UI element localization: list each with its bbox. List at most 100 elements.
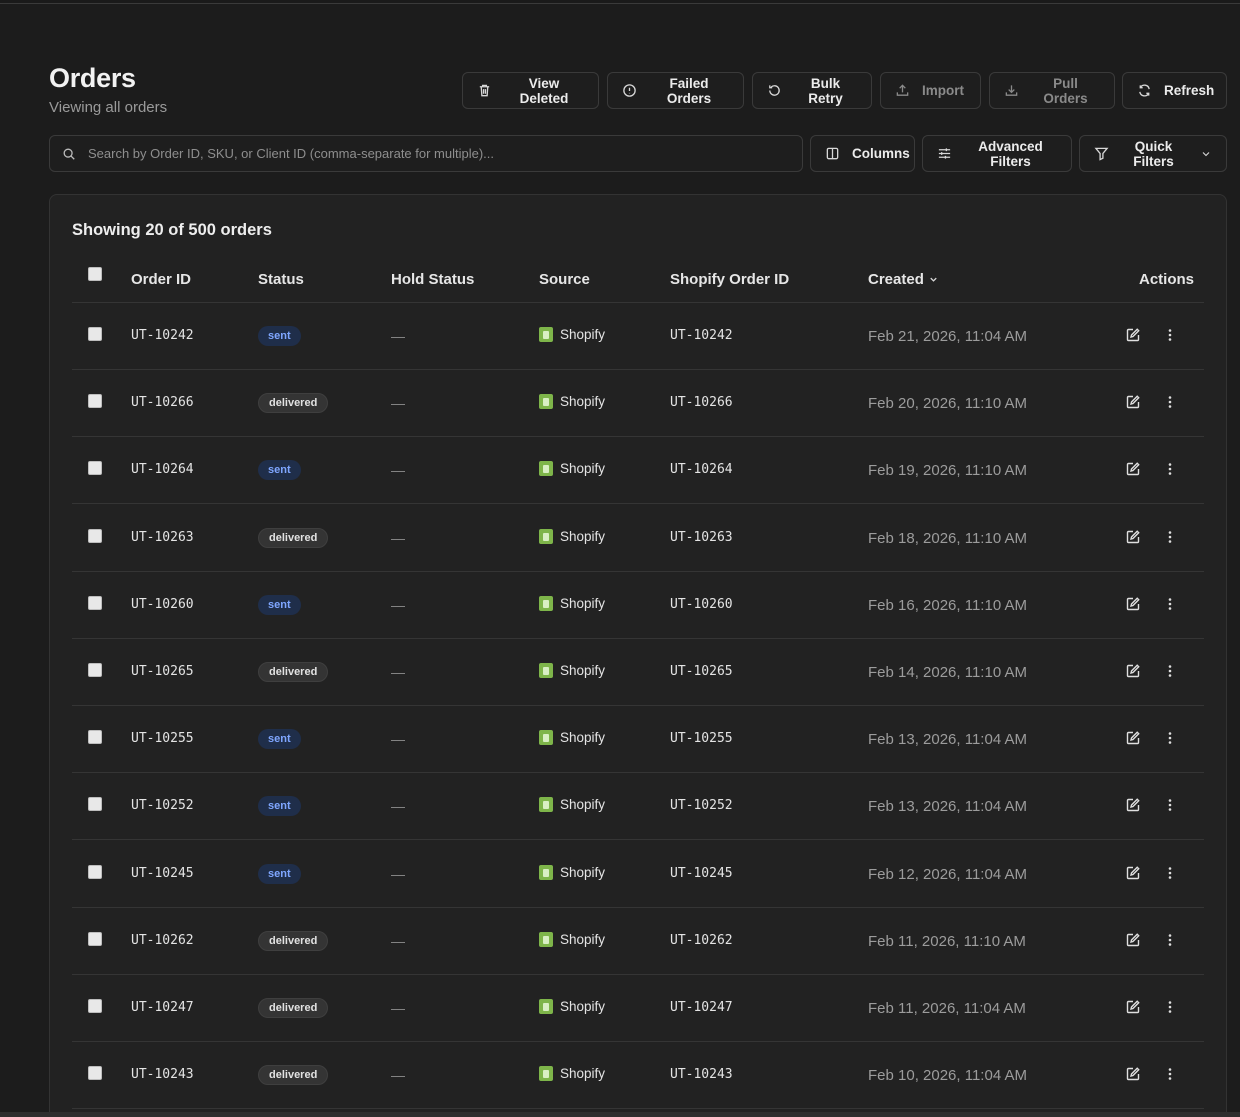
header-order-id[interactable]: Order ID bbox=[131, 271, 191, 288]
more-vertical-icon[interactable] bbox=[1162, 529, 1178, 545]
pull-orders-button[interactable]: Pull Orders bbox=[989, 72, 1115, 109]
shopify-order-id-cell: UT-10255 bbox=[670, 731, 733, 747]
row-checkbox[interactable] bbox=[88, 595, 102, 610]
order-id-cell[interactable]: UT-10252 bbox=[131, 798, 194, 813]
header-status[interactable]: Status bbox=[258, 271, 304, 288]
table-row[interactable]: UT-10243 delivered — Shopify UT-10243 Fe… bbox=[72, 1042, 1204, 1110]
order-id-cell[interactable]: UT-10262 bbox=[131, 933, 194, 948]
status-badge: sent bbox=[258, 796, 301, 817]
shopify-order-id-cell: UT-10264 bbox=[670, 462, 733, 478]
edit-icon[interactable] bbox=[1125, 797, 1141, 813]
source-label: Shopify bbox=[560, 595, 606, 611]
more-vertical-icon[interactable] bbox=[1162, 999, 1178, 1015]
more-vertical-icon[interactable] bbox=[1162, 1066, 1178, 1082]
table-row[interactable]: UT-10247 delivered — Shopify UT-10247 Fe… bbox=[72, 975, 1204, 1042]
source-cell: Shopify bbox=[539, 461, 605, 477]
row-checkbox[interactable] bbox=[88, 461, 102, 476]
failed-orders-button[interactable]: Failed Orders bbox=[607, 72, 744, 109]
table-row[interactable]: UT-10263 delivered — Shopify UT-10263 Fe… bbox=[72, 505, 1204, 572]
more-vertical-icon[interactable] bbox=[1162, 663, 1178, 679]
header-source[interactable]: Source bbox=[539, 271, 590, 288]
table-row[interactable]: UT-10266 delivered — Shopify UT-10266 Fe… bbox=[72, 370, 1204, 438]
hold-status-cell: — bbox=[391, 328, 405, 344]
row-checkbox[interactable] bbox=[88, 528, 102, 543]
search-input[interactable] bbox=[88, 146, 802, 161]
more-vertical-icon[interactable] bbox=[1162, 797, 1178, 813]
table-row[interactable]: UT-10252 sent — Shopify UT-10252 Feb 13,… bbox=[72, 773, 1204, 841]
more-vertical-icon[interactable] bbox=[1162, 596, 1178, 612]
table-row[interactable]: UT-10264 sent — Shopify UT-10264 Feb 19,… bbox=[72, 437, 1204, 505]
shopify-order-id-cell: UT-10266 bbox=[670, 395, 733, 411]
row-checkbox[interactable] bbox=[88, 663, 102, 677]
table-header: Order ID Status Hold Status Source Shopi… bbox=[72, 261, 1204, 303]
row-checkbox[interactable] bbox=[88, 327, 102, 341]
edit-icon[interactable] bbox=[1125, 327, 1141, 343]
row-checkbox[interactable] bbox=[88, 730, 102, 745]
more-vertical-icon[interactable] bbox=[1162, 327, 1178, 343]
table-row[interactable]: UT-10242 sent — Shopify UT-10242 Feb 21,… bbox=[72, 303, 1204, 370]
edit-icon[interactable] bbox=[1125, 663, 1141, 679]
more-vertical-icon[interactable] bbox=[1162, 932, 1178, 948]
header-created[interactable]: Created bbox=[868, 271, 939, 288]
edit-icon[interactable] bbox=[1125, 730, 1141, 746]
edit-icon[interactable] bbox=[1125, 596, 1141, 612]
order-id-cell[interactable]: UT-10263 bbox=[131, 530, 194, 545]
select-all-checkbox[interactable] bbox=[88, 267, 102, 281]
advanced-filters-button[interactable]: Advanced Filters bbox=[922, 135, 1072, 172]
table-row[interactable]: UT-10265 delivered — Shopify UT-10265 Fe… bbox=[72, 639, 1204, 706]
columns-button[interactable]: Columns bbox=[810, 135, 915, 172]
alert-circle-icon bbox=[623, 84, 636, 97]
order-id-cell[interactable]: UT-10243 bbox=[131, 1067, 194, 1082]
order-id-cell[interactable]: UT-10260 bbox=[131, 597, 194, 612]
more-vertical-icon[interactable] bbox=[1162, 865, 1178, 881]
search-box[interactable] bbox=[49, 135, 803, 172]
edit-icon[interactable] bbox=[1125, 461, 1141, 477]
row-checkbox[interactable] bbox=[88, 864, 102, 879]
edit-icon[interactable] bbox=[1125, 529, 1141, 545]
order-id-cell[interactable]: UT-10255 bbox=[131, 731, 194, 746]
table-row[interactable]: UT-10255 sent — Shopify UT-10255 Feb 13,… bbox=[72, 706, 1204, 774]
shopify-icon bbox=[539, 394, 553, 410]
view-deleted-button[interactable]: View Deleted bbox=[462, 72, 599, 109]
row-checkbox[interactable] bbox=[88, 797, 102, 812]
row-checkbox[interactable] bbox=[88, 1066, 102, 1081]
row-checkbox[interactable] bbox=[88, 999, 102, 1013]
edit-icon[interactable] bbox=[1125, 999, 1141, 1015]
edit-icon[interactable] bbox=[1125, 932, 1141, 948]
quick-filters-button[interactable]: Quick Filters bbox=[1079, 135, 1227, 172]
source-label: Shopify bbox=[560, 999, 606, 1014]
edit-icon[interactable] bbox=[1125, 1066, 1141, 1082]
refresh-button[interactable]: Refresh bbox=[1122, 72, 1227, 109]
window-top-border bbox=[0, 0, 1240, 4]
more-vertical-icon[interactable] bbox=[1162, 394, 1178, 410]
order-id-cell[interactable]: UT-10264 bbox=[131, 462, 194, 477]
table-row[interactable]: UT-10262 delivered — Shopify UT-10262 Fe… bbox=[72, 908, 1204, 975]
row-checkbox[interactable] bbox=[88, 394, 102, 409]
shopify-order-id-cell: UT-10243 bbox=[670, 1067, 733, 1083]
edit-icon[interactable] bbox=[1125, 394, 1141, 410]
created-cell: Feb 11, 2026, 11:04 AM bbox=[868, 1000, 1026, 1017]
order-id-cell[interactable]: UT-10242 bbox=[131, 328, 194, 343]
table-row[interactable]: UT-10245 sent — Shopify UT-10245 Feb 12,… bbox=[72, 841, 1204, 908]
shopify-icon bbox=[539, 864, 553, 880]
order-id-cell[interactable]: UT-10265 bbox=[131, 664, 194, 679]
order-id-cell[interactable]: UT-10266 bbox=[131, 395, 194, 410]
shopify-icon bbox=[539, 931, 553, 947]
order-id-cell[interactable]: UT-10247 bbox=[131, 1000, 194, 1015]
order-id-cell[interactable]: UT-10245 bbox=[131, 866, 194, 881]
more-vertical-icon[interactable] bbox=[1162, 461, 1178, 477]
import-button[interactable]: Import bbox=[880, 72, 981, 109]
bulk-retry-button[interactable]: Bulk Retry bbox=[752, 72, 872, 109]
more-vertical-icon[interactable] bbox=[1162, 730, 1178, 746]
status-badge: delivered bbox=[258, 1065, 329, 1086]
created-cell: Feb 13, 2026, 11:04 AM bbox=[868, 731, 1028, 749]
header-shopify-order-id[interactable]: Shopify Order ID bbox=[670, 271, 789, 288]
status-badge: sent bbox=[258, 729, 301, 750]
header-hold-status[interactable]: Hold Status bbox=[391, 271, 474, 288]
row-checkbox[interactable] bbox=[88, 931, 102, 946]
edit-icon[interactable] bbox=[1125, 865, 1141, 881]
source-cell: Shopify bbox=[539, 1066, 605, 1082]
download-icon bbox=[1005, 85, 1018, 96]
table-row[interactable]: UT-10260 sent — Shopify UT-10260 Feb 16,… bbox=[72, 572, 1204, 639]
source-cell: Shopify bbox=[539, 663, 605, 678]
